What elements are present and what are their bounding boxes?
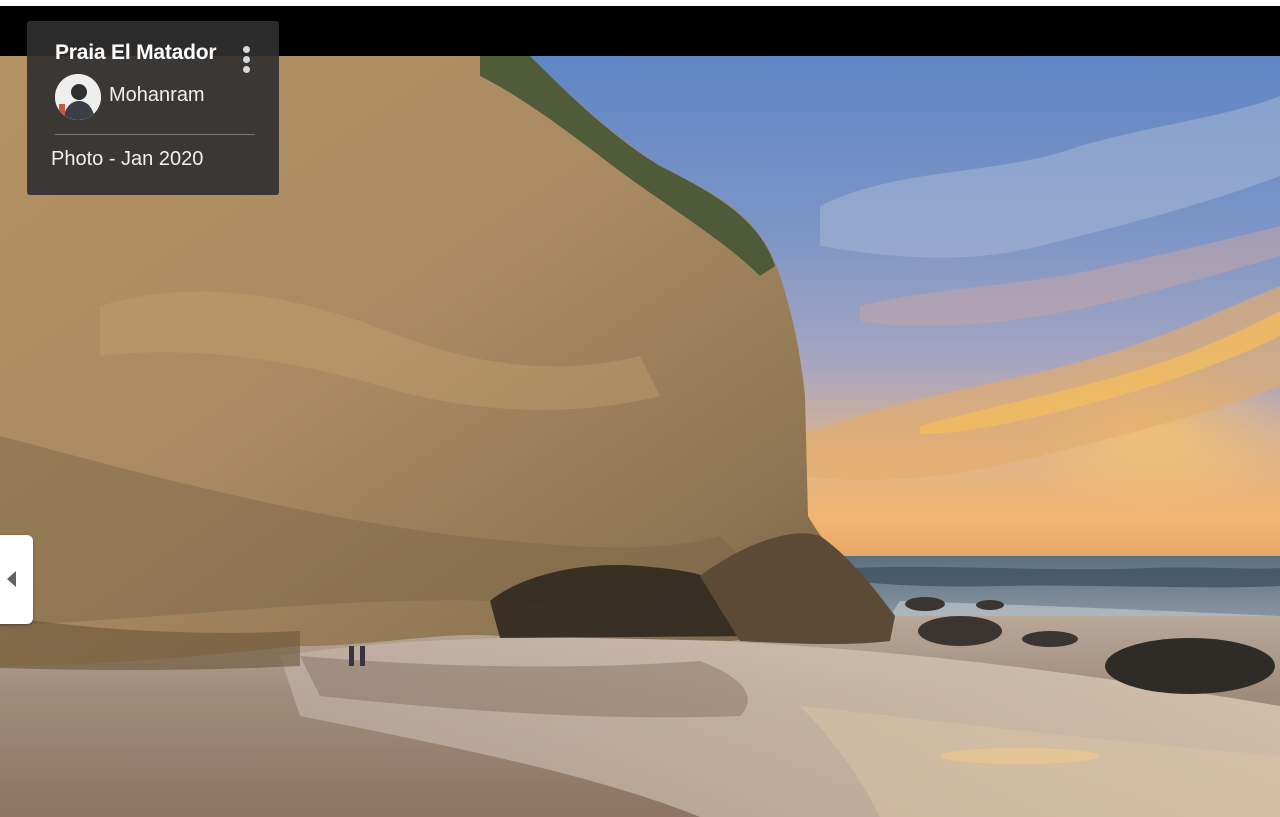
photo-viewer: Praia El Matador Mohanram Photo - Jan 20…	[0, 0, 1280, 817]
author-avatar[interactable]	[55, 74, 101, 120]
place-title[interactable]: Praia El Matador	[55, 41, 217, 65]
photo-info-card: Praia El Matador Mohanram Photo - Jan 20…	[27, 21, 279, 195]
more-options-button[interactable]	[233, 41, 261, 79]
previous-photo-button[interactable]	[0, 535, 33, 624]
chevron-left-icon	[7, 571, 16, 587]
author-name[interactable]: Mohanram	[109, 84, 205, 107]
card-divider	[55, 134, 255, 135]
user-avatar-icon	[55, 74, 101, 120]
photo-date-label: Photo - Jan 2020	[51, 148, 204, 170]
